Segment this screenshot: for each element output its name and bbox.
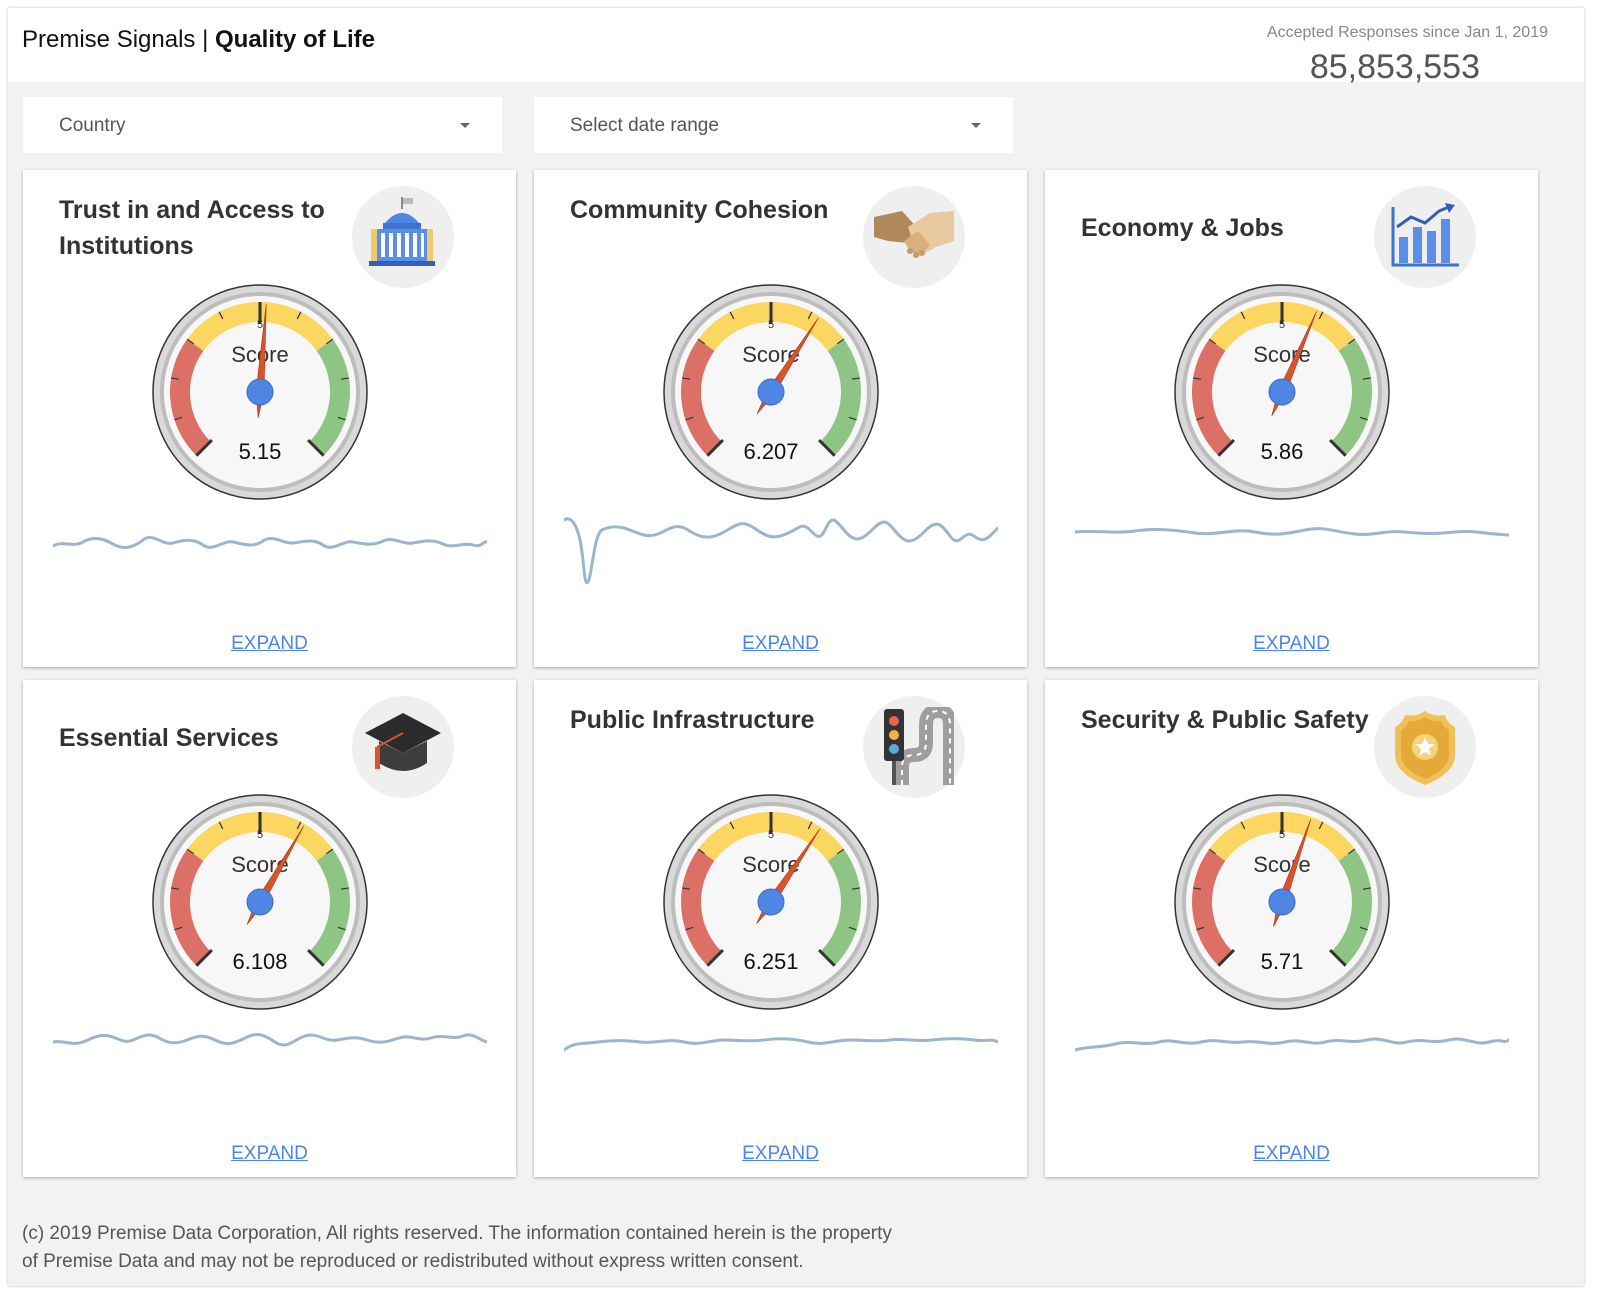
gauge-center-label: Score — [1253, 852, 1310, 877]
card-title: Trust in and Access to Institutions — [59, 196, 325, 260]
footer-line-1: (c) 2019 Premise Data Corporation, All r… — [22, 1223, 892, 1244]
trend-sparkline — [53, 1033, 487, 1047]
capitol-building-icon — [369, 197, 435, 266]
card-economy-jobs: Economy & Jobs 5 Score 5.86 EXPAND — [1045, 170, 1538, 667]
gauge-score-value: 5.15 — [239, 439, 282, 464]
sparkline-path — [53, 1033, 487, 1047]
sparkline-path — [1075, 1037, 1509, 1052]
expand-link[interactable]: EXPAND — [534, 1143, 1027, 1165]
graduation-cap-icon — [365, 713, 441, 771]
card-title: Security & Public Safety — [1081, 706, 1369, 734]
expand-link[interactable]: EXPAND — [1045, 1143, 1538, 1165]
gauge-mid-tick-label: 5 — [257, 319, 263, 331]
card-title: Community Cohesion — [570, 196, 829, 224]
expand-link[interactable]: EXPAND — [23, 633, 516, 655]
card-icon-wrap — [352, 186, 454, 288]
gauge-mid-tick-label: 5 — [257, 829, 263, 841]
gauge-hub — [1268, 888, 1296, 916]
score-gauge: 5Score6.108 — [152, 794, 368, 1010]
responses-label: Accepted Responses since Jan 1, 2019 — [1266, 24, 1548, 41]
sparkline-path — [564, 517, 998, 585]
gauge-mid-tick-label: 5 — [768, 829, 774, 841]
trend-sparkline — [53, 536, 487, 549]
bar-chart-trend-icon — [1391, 203, 1459, 267]
brand-prefix: Premise Signals | — [22, 26, 215, 53]
date-range-dropdown[interactable]: Select date range — [534, 97, 1013, 153]
card-security-safety: Security & Public Safety 5 Score 5.71 EXPA… — [1045, 680, 1538, 1177]
expand-link[interactable]: EXPAND — [1045, 633, 1538, 655]
trend-sparkline — [564, 1037, 998, 1052]
card-title: Economy & Jobs — [1081, 214, 1284, 242]
chevron-down-icon — [460, 123, 470, 128]
trend-sparkline — [564, 517, 998, 585]
card-icon-wrap — [1374, 186, 1476, 288]
trend-sparkline — [1075, 527, 1509, 537]
chevron-down-icon — [971, 123, 981, 128]
gauge-hub — [1268, 378, 1296, 406]
footer-line-2: of Premise Data and may not be reproduce… — [22, 1251, 804, 1272]
card-public-infrastructure: Public Infrastructure 5 Score 6.251 EXPAND — [534, 680, 1027, 1177]
gauge-hub — [246, 888, 274, 916]
police-badge-icon — [1395, 711, 1455, 785]
traffic-light-road-icon — [884, 707, 954, 785]
header-bar: Premise Signals | Quality of Life Accept… — [8, 8, 1584, 86]
gauge-hub — [757, 888, 785, 916]
country-dropdown[interactable]: Country — [23, 97, 502, 153]
card-trust-institutions: Trust in and Access to Institutions 5 Sco… — [23, 170, 516, 667]
sparkline-path — [1075, 527, 1509, 537]
gauge-mid-tick-label: 5 — [768, 319, 774, 331]
card-icon-wrap — [1374, 696, 1476, 798]
sparkline-path — [564, 1037, 998, 1052]
card-icon-wrap — [863, 186, 965, 288]
trend-sparkline — [1075, 1037, 1509, 1052]
gauge-hub — [757, 378, 785, 406]
gauge-mid-tick-label: 5 — [1279, 319, 1285, 331]
score-gauge: 5Score6.207 — [663, 284, 879, 500]
gauge-hub — [246, 378, 274, 406]
date-range-dropdown-label: Select date range — [570, 115, 719, 136]
page-title: Premise Signals | Quality of Life — [22, 26, 375, 54]
expand-link[interactable]: EXPAND — [23, 1143, 516, 1165]
card-icon-wrap — [863, 696, 965, 798]
handshake-icon — [874, 211, 954, 258]
score-gauge: 5Score6.251 — [663, 794, 879, 1010]
sparkline-path — [53, 536, 487, 549]
score-gauge: 5Score5.15 — [152, 284, 368, 500]
card-title: Essential Services — [59, 724, 279, 752]
brand-title: Quality of Life — [214, 26, 375, 53]
gauge-score-value: 6.251 — [743, 949, 798, 974]
gauge-score-value: 6.108 — [232, 949, 287, 974]
card-icon-wrap — [352, 696, 454, 798]
score-gauge: 5Score5.86 — [1174, 284, 1390, 500]
gauge-score-value: 5.71 — [1261, 949, 1304, 974]
gauge-score-value: 6.207 — [743, 439, 798, 464]
card-essential-services: Essential Services 5 Score 6.108 EXPAND — [23, 680, 516, 1177]
score-gauge: 5 Score 5.71 — [1174, 794, 1390, 1010]
copyright-footer: (c) 2019 Premise Data Corporation, All r… — [22, 1220, 1002, 1276]
country-dropdown-label: Country — [59, 115, 126, 136]
card-title: Public Infrastructure — [570, 706, 815, 734]
responses-count: 85,853,553 — [1309, 48, 1480, 86]
gauge-score-value: 5.86 — [1261, 439, 1304, 464]
expand-link[interactable]: EXPAND — [534, 633, 1027, 655]
card-community-cohesion: Community Cohesion 5 Score 6.207 EXPAND — [534, 170, 1027, 667]
dashboard-frame: Premise Signals | Quality of Life Accept… — [8, 8, 1584, 1286]
gauge-mid-tick-label: 5 — [1279, 829, 1285, 841]
